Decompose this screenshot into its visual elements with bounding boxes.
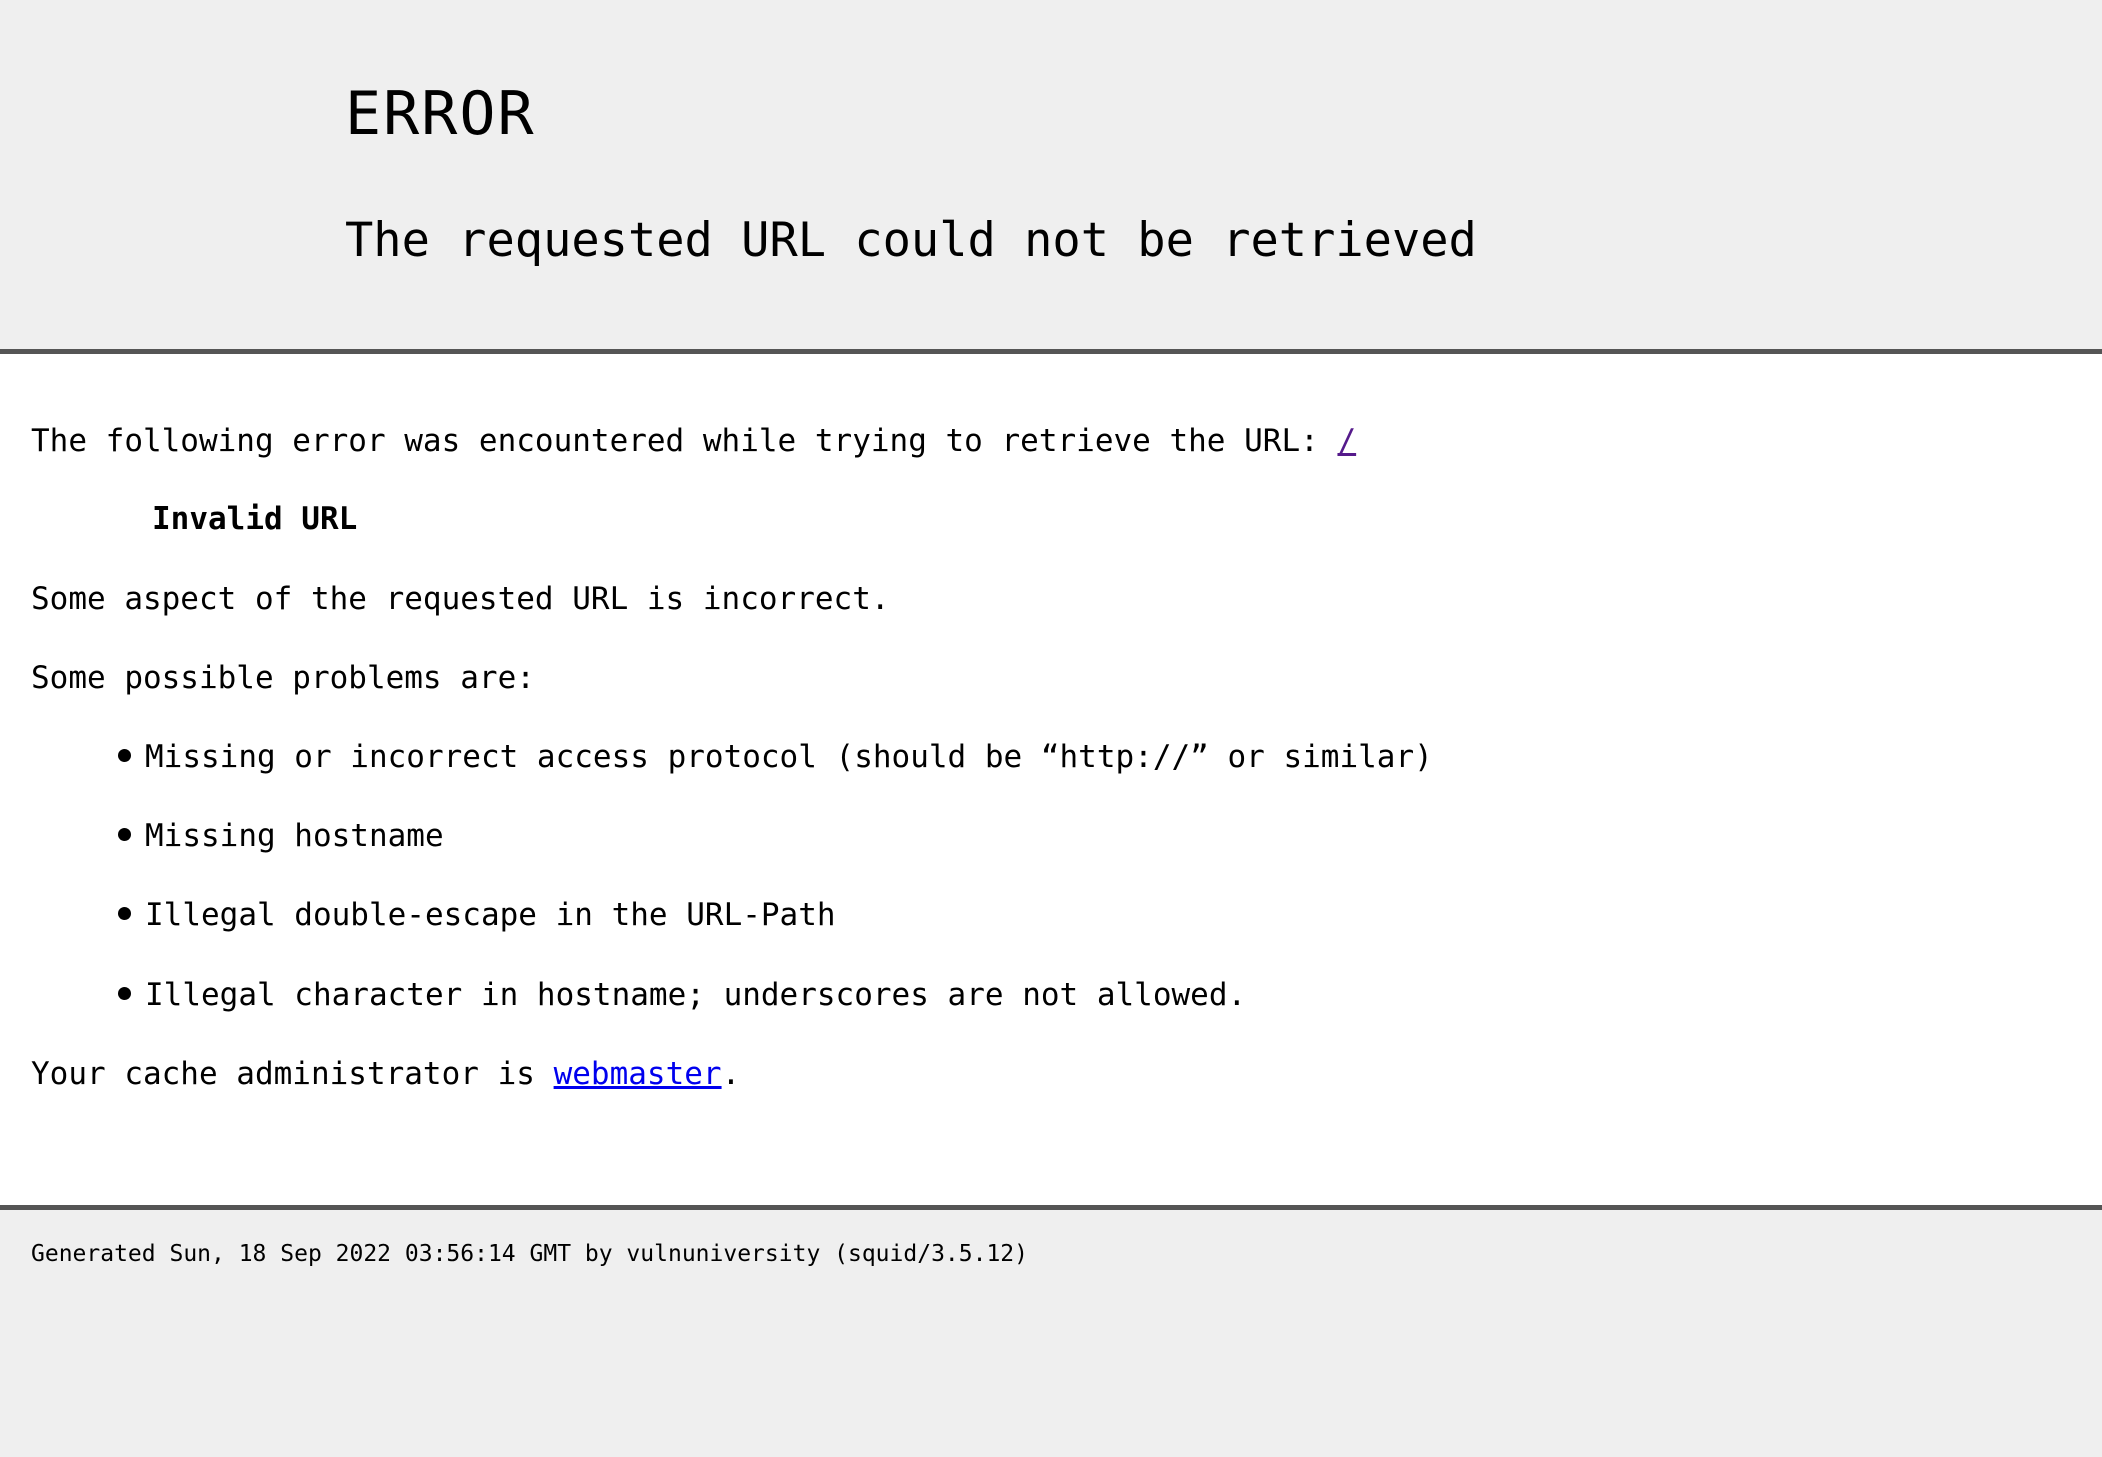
bullet-icon: [118, 907, 131, 920]
titles-section: ERROR The requested URL could not be ret…: [0, 0, 2102, 349]
problem-text: Illegal character in hostname; underscor…: [145, 977, 1247, 1013]
intro-paragraph: The following error was encountered whil…: [31, 426, 1356, 457]
error-description: Some aspect of the requested URL is inco…: [31, 581, 890, 617]
bullet-icon: [118, 828, 131, 841]
problem-item: Illegal double-escape in the URL-Path: [118, 900, 836, 931]
error-code: Invalid URL: [152, 501, 358, 537]
generated-info: Generated Sun, 18 Sep 2022 03:56:14 GMT …: [31, 1241, 1028, 1267]
admin-prefix: Your cache administrator is: [31, 1056, 554, 1092]
admin-suffix: .: [721, 1056, 741, 1092]
content-section: The following error was encountered whil…: [0, 354, 2102, 1205]
problem-item: Illegal character in hostname; underscor…: [118, 980, 1246, 1011]
problem-text: Missing hostname: [145, 818, 444, 854]
admin-paragraph: Your cache administrator is webmaster.: [31, 1059, 740, 1090]
page-title: The requested URL could not be retrieved: [345, 213, 1477, 268]
error-heading: ERROR: [345, 79, 536, 149]
problems-heading: Some possible problems are:: [31, 660, 535, 696]
bullet-icon: [118, 987, 131, 1000]
problem-item: Missing or incorrect access protocol (sh…: [118, 742, 1433, 773]
problem-text: Illegal double-escape in the URL-Path: [145, 897, 836, 933]
intro-text: The following error was encountered whil…: [31, 423, 1338, 459]
problem-text: Missing or incorrect access protocol (sh…: [145, 739, 1433, 775]
problem-item: Missing hostname: [118, 821, 444, 852]
requested-url-link[interactable]: /: [1337, 423, 1356, 459]
webmaster-link[interactable]: webmaster: [554, 1056, 722, 1092]
footer: Generated Sun, 18 Sep 2022 03:56:14 GMT …: [0, 1210, 2102, 1457]
bullet-icon: [118, 749, 131, 762]
